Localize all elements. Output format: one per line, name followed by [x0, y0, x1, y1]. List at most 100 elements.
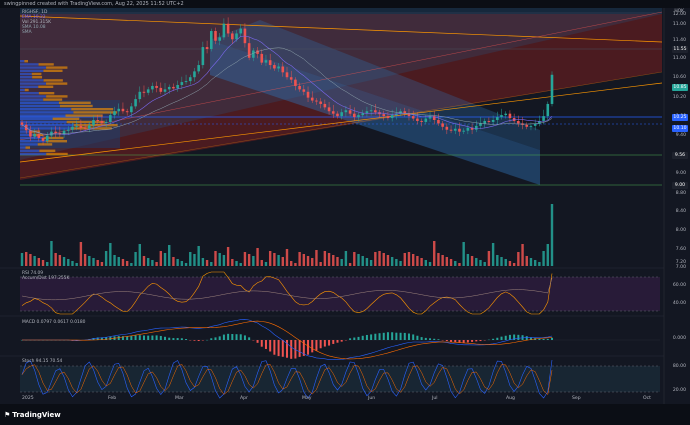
stoch-axis-label: 20.00 — [672, 388, 686, 393]
macd-histogram-bar — [508, 334, 511, 340]
volume-bar — [46, 262, 49, 266]
macd-histogram-bar — [248, 337, 251, 340]
macd-histogram-bar — [374, 333, 377, 340]
candle-body — [294, 79, 297, 86]
candle-body — [71, 126, 74, 130]
macd-histogram-bar — [424, 337, 427, 340]
volume-profile-bar-down — [73, 111, 118, 114]
volume-profile-bar-up — [20, 136, 44, 140]
candle-body — [403, 111, 407, 114]
volume-profile-bar-up — [20, 82, 47, 85]
stoch-legend: Stoch 94.15 70.54 — [22, 359, 63, 364]
candle-body — [546, 103, 550, 117]
volume-profile-bar-up — [20, 66, 47, 69]
candle-body — [100, 120, 104, 123]
volume-bar — [294, 263, 297, 266]
candle-body — [184, 81, 188, 83]
volume-bar — [222, 255, 226, 266]
candle-body — [104, 121, 108, 123]
volume-bar — [399, 261, 402, 266]
volume-bar — [193, 254, 196, 266]
candle-body — [268, 60, 272, 66]
price-axis-label: 7.00 — [675, 265, 686, 270]
volume-bar — [479, 260, 482, 266]
macd-histogram-bar — [298, 340, 301, 357]
volume-profile-bar-up — [20, 152, 47, 156]
macd-histogram-bar — [176, 338, 179, 340]
month-label: Jul — [432, 396, 438, 401]
candle-body — [121, 108, 125, 112]
volume-bar — [277, 255, 280, 266]
volume-bar — [130, 263, 133, 266]
volume-bar — [386, 255, 390, 266]
volume-bar — [462, 242, 465, 266]
volume-bar — [327, 253, 331, 266]
volume-bar — [390, 257, 394, 266]
volume-profile-bar-down — [43, 98, 63, 101]
candle-body — [424, 118, 428, 122]
volume-profile-bar-down — [58, 101, 91, 104]
macd-histogram-bar — [277, 340, 280, 357]
macd-histogram-bar — [315, 340, 318, 351]
candle-body — [491, 119, 495, 122]
macd-histogram-bar — [391, 332, 394, 340]
price-axis-label: 10.20 — [672, 95, 686, 100]
volume-bar — [365, 258, 369, 266]
price-axis-label: 8.40 — [675, 209, 686, 214]
chart-canvas[interactable] — [0, 0, 690, 425]
volume-profile-bar-up — [20, 114, 66, 117]
macd-histogram-bar — [260, 340, 263, 347]
candle-body — [306, 91, 310, 98]
candle-body — [96, 119, 100, 121]
candle-body — [45, 135, 49, 141]
rsi-panel[interactable] — [20, 271, 660, 315]
volume-bar — [281, 257, 284, 266]
macd-histogram-bar — [504, 335, 507, 340]
volume-bar — [104, 251, 108, 266]
volume-bar — [142, 256, 146, 266]
candle-body — [302, 89, 306, 92]
volume-profile-bar-down — [45, 140, 68, 143]
macd-histogram-bar — [273, 340, 276, 355]
macd-histogram-bar — [193, 340, 196, 341]
rsi-legend-line2: Accum/Dist 197.255K — [22, 276, 70, 281]
macd-histogram-bar — [231, 334, 234, 340]
volume-bar — [521, 244, 524, 266]
candle-body — [33, 134, 36, 137]
volume-bar — [58, 255, 62, 266]
candle-body — [176, 84, 179, 89]
candle-body — [20, 122, 24, 125]
candle-body — [273, 65, 276, 69]
candle-body — [365, 111, 369, 114]
volume-bar — [100, 262, 104, 266]
volume-bar — [226, 247, 230, 266]
macd-histogram-bar — [546, 338, 549, 340]
volume-bar — [252, 256, 255, 266]
macd-histogram-bar — [159, 335, 162, 340]
volume-bar — [92, 258, 95, 266]
volume-bar — [424, 260, 428, 266]
candle-body — [357, 115, 360, 118]
macd-histogram-bar — [239, 334, 242, 340]
macd-histogram-bar — [126, 336, 129, 340]
volume-bar — [25, 252, 28, 266]
volume-bar — [214, 251, 217, 266]
volume-bar — [176, 259, 179, 266]
candle-body — [180, 82, 184, 85]
volume-profile-bar-down — [38, 63, 54, 66]
volume-profile-bar-up — [20, 108, 72, 111]
macd-histogram-bar — [155, 335, 158, 340]
macd-histogram-bar — [256, 340, 259, 343]
price-tag: 9.56 — [672, 152, 688, 159]
main-legend: RIGHSF, 1D EMA 10.22 Vol 291.315K SMA 10… — [22, 10, 51, 35]
candle-body — [62, 130, 66, 135]
tradingview-logo[interactable]: ⚑ TradingView — [4, 411, 61, 419]
candle-body — [323, 103, 327, 108]
candle-body — [83, 127, 87, 129]
macd-histogram-bar — [130, 336, 133, 340]
candle-body — [193, 71, 196, 78]
price-tag: 9.00 — [672, 182, 688, 189]
volume-profile-bar-up — [20, 104, 60, 108]
candle-body — [462, 130, 465, 132]
candle-body — [331, 111, 335, 114]
